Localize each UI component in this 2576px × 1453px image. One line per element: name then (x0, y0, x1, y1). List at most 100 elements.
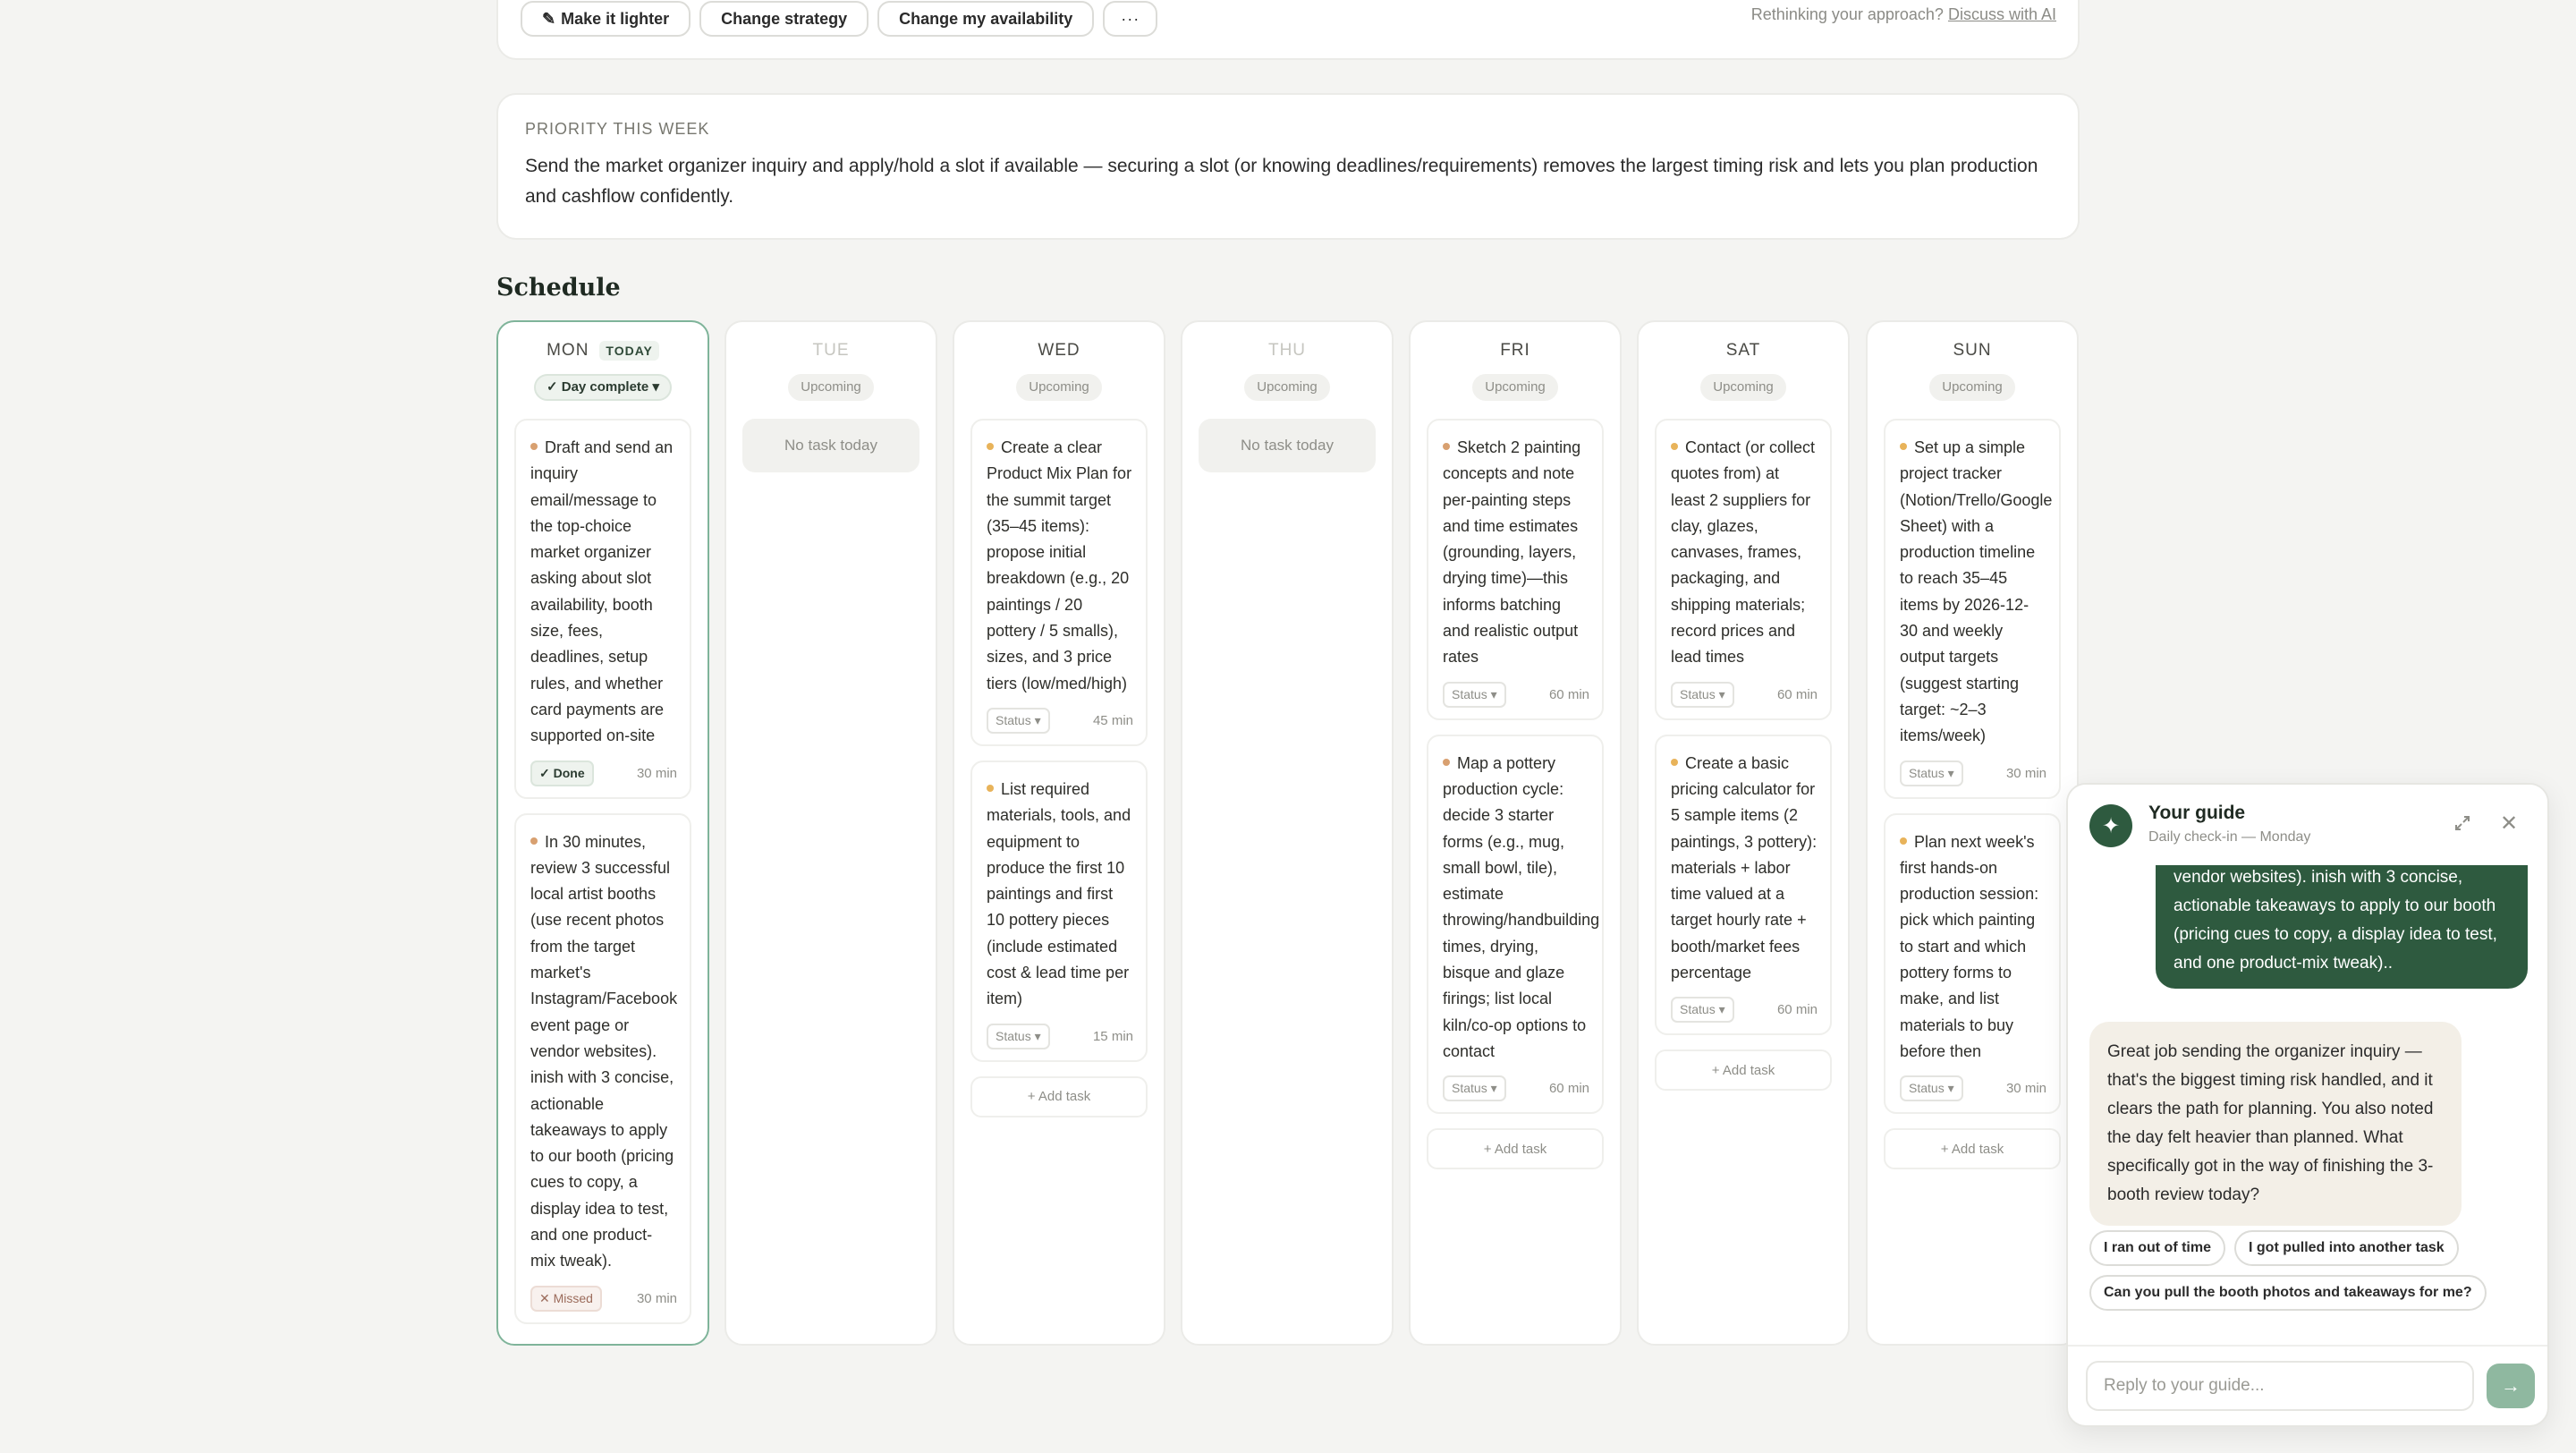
discuss-with-ai-link[interactable]: Discuss with AI (1948, 5, 2056, 23)
task-description: List required materials, tools, and equi… (987, 779, 1131, 1008)
task-footer: Status ▾ 60 min (1671, 997, 1818, 1024)
task-duration: 60 min (1776, 1002, 1818, 1018)
task-description: Contact (or collect quotes from) at leas… (1671, 438, 1816, 667)
rethink-prompt: Rethinking your approach? Discuss with A… (1751, 5, 2056, 24)
close-icon[interactable]: ✕ (2497, 811, 2521, 836)
change-strategy-button[interactable]: Change strategy (699, 1, 869, 37)
more-options-button[interactable]: ··· (1103, 1, 1158, 37)
today-badge: TODAY (599, 341, 659, 361)
task-footer: Status ▾ 45 min (987, 707, 1133, 734)
day-column-tue: TUE Upcoming No task today (724, 320, 937, 1346)
task-footer: Status ▾ 60 min (1671, 681, 1818, 708)
task-footer: Status ▾ 15 min (987, 1023, 1133, 1049)
priority-card: PRIORITY THIS WEEK Send the market organ… (496, 93, 2080, 240)
rethink-text: Rethinking your approach? (1750, 5, 1944, 23)
day-header: SAT (1639, 338, 1848, 363)
priority-dot-icon (987, 443, 994, 451)
strategy-actions: ✎ Make it lighter Change strategy Change… (521, 1, 1158, 37)
priority-dot-icon (530, 837, 538, 845)
guide-message-text: Great job sending the organizer inquiry … (2107, 1042, 2434, 1204)
day-column-wed: WED Upcoming Create a clear Product Mix Pl… (953, 320, 1165, 1346)
day-name: TUE (812, 341, 850, 360)
day-name: FRI (1500, 341, 1530, 360)
task-card[interactable]: Contact (or collect quotes from) at leas… (1655, 419, 1832, 720)
task-duration: 30 min (636, 1290, 677, 1306)
task-status-dropdown[interactable]: Status ▾ (987, 1023, 1050, 1049)
task-card[interactable]: Set up a simple project tracker (Notion/… (1884, 419, 2061, 799)
guide-subtitle: Daily check-in — Monday (2148, 829, 2311, 845)
task-duration: 45 min (1092, 712, 1133, 728)
task-status-dropdown[interactable]: ✕ Missed (530, 1285, 602, 1312)
task-card[interactable]: In 30 minutes, review 3 successful local… (514, 812, 691, 1324)
chip-ran-out-of-time[interactable]: I ran out of time (2089, 1230, 2225, 1266)
pencil-icon: ✎ (542, 9, 556, 28)
task-card[interactable]: Plan next week's first hands-on producti… (1884, 812, 2061, 1115)
task-text: Create a clear Product Mix Plan for the … (987, 435, 1133, 697)
task-status-dropdown[interactable]: Status ▾ (1671, 681, 1734, 708)
task-list: Sketch 2 painting concepts and note per-… (1411, 401, 1620, 1170)
day-name: WED (1038, 341, 1080, 360)
reply-input[interactable] (2086, 1361, 2474, 1411)
more-icon: ··· (1121, 9, 1140, 28)
task-description: Set up a simple project tracker (Notion/… (1900, 438, 2053, 745)
task-card[interactable]: Create a basic pricing calculator for 5 … (1655, 734, 1832, 1036)
priority-dot-icon (1443, 758, 1450, 766)
send-button[interactable]: → (2487, 1364, 2535, 1408)
day-status-badge: Upcoming (1929, 374, 2015, 401)
task-footer: ✕ Missed 30 min (530, 1285, 677, 1312)
sparkle-icon: ✦ (2101, 813, 2121, 838)
day-header: MON TODAY (498, 338, 708, 363)
task-card[interactable]: Map a pottery production cycle: decide 3… (1427, 734, 1604, 1115)
expand-icon[interactable] (2451, 811, 2474, 835)
change-availability-button[interactable]: Change my availability (877, 1, 1095, 37)
task-status-dropdown[interactable]: Status ▾ (987, 707, 1050, 734)
task-text: Draft and send an inquiry email/message … (530, 435, 677, 750)
task-description: Create a basic pricing calculator for 5 … (1671, 753, 1818, 982)
day-column-sun: SUN Upcoming Set up a simple project track… (1866, 320, 2079, 1346)
task-card[interactable]: Create a clear Product Mix Plan for the … (970, 419, 1148, 746)
task-text: Set up a simple project tracker (Notion/… (1900, 435, 2052, 750)
task-description: In 30 minutes, review 3 successful local… (530, 832, 678, 1270)
change-availability-label: Change my availability (899, 9, 1073, 28)
add-task-button[interactable]: + Add task (970, 1075, 1148, 1117)
task-status-dropdown[interactable]: ✓ Done (530, 760, 594, 786)
task-status-dropdown[interactable]: Status ▾ (1443, 681, 1506, 708)
day-column-fri: FRI Upcoming Sketch 2 painting concepts an… (1409, 320, 1622, 1346)
make-lighter-button[interactable]: ✎ Make it lighter (521, 1, 691, 37)
day-status-badge: Upcoming (1700, 374, 1786, 401)
task-description: Plan next week's first hands-on producti… (1900, 832, 2039, 1060)
priority-dot-icon (987, 785, 994, 793)
task-list: Set up a simple project tracker (Notion/… (1868, 401, 2077, 1170)
task-status-dropdown[interactable]: Status ▾ (1900, 1075, 1963, 1102)
day-status-badge: Upcoming (788, 374, 874, 401)
task-status-dropdown[interactable]: Status ▾ (1900, 760, 1963, 786)
task-status-dropdown[interactable]: Status ▾ (1443, 1075, 1506, 1102)
guide-title: Your guide (2148, 803, 2246, 823)
task-status-dropdown[interactable]: Status ▾ (1671, 997, 1734, 1024)
priority-dot-icon (530, 443, 538, 451)
task-duration: 15 min (1092, 1028, 1133, 1044)
day-status-badge[interactable]: ✓ Day complete ▾ (534, 374, 672, 401)
quick-reply-chips: I ran out of time I got pulled into anot… (2089, 1230, 2537, 1311)
add-task-button[interactable]: + Add task (1884, 1128, 2061, 1170)
task-list: Create a clear Product Mix Plan for the … (954, 401, 1164, 1117)
task-duration: 60 min (1776, 686, 1818, 702)
day-name: SAT (1725, 341, 1761, 360)
task-text: Contact (or collect quotes from) at leas… (1671, 435, 1818, 671)
chip-pull-booth-photos[interactable]: Can you pull the booth photos and takeaw… (2089, 1275, 2487, 1311)
task-description: Draft and send an inquiry email/message … (530, 438, 674, 745)
task-duration: 60 min (1548, 1081, 1589, 1097)
add-task-button[interactable]: + Add task (1655, 1049, 1832, 1092)
priority-dot-icon (1900, 443, 1907, 451)
add-task-button[interactable]: + Add task (1427, 1128, 1604, 1170)
day-column-sat: SAT Upcoming Contact (or collect quotes fr… (1637, 320, 1850, 1346)
task-text: Sketch 2 painting concepts and note per-… (1443, 435, 1589, 671)
task-description: Sketch 2 painting concepts and note per-… (1443, 438, 1581, 667)
task-card[interactable]: List required materials, tools, and equi… (970, 760, 1148, 1062)
task-card[interactable]: Sketch 2 painting concepts and note per-… (1427, 419, 1604, 720)
task-card[interactable]: Draft and send an inquiry email/message … (514, 419, 691, 799)
day-column-mon: MON TODAY ✓ Day complete ▾ Draft and send a… (496, 320, 709, 1346)
chip-pulled-into-task[interactable]: I got pulled into another task (2234, 1230, 2459, 1266)
task-list: No task today (726, 401, 936, 472)
day-header: WED (954, 338, 1164, 363)
